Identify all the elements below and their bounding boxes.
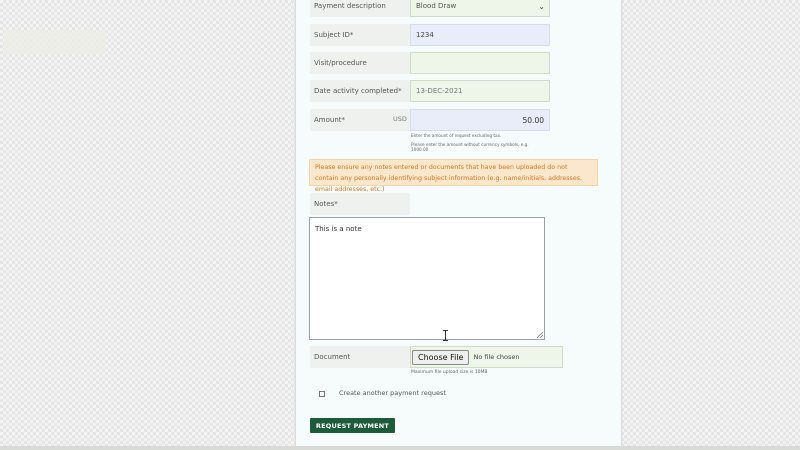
currency-label: USD — [393, 115, 407, 123]
visit-procedure-input[interactable] — [410, 52, 550, 74]
bottom-edge — [0, 446, 800, 450]
amount-help-2: Please enter the amount without currency… — [411, 142, 529, 147]
date-completed-input[interactable]: 13-DEC-2021 — [410, 80, 550, 102]
file-status: No file chosen — [473, 353, 520, 361]
chevron-down-icon: ⌄ — [538, 1, 545, 11]
resize-grip-icon[interactable] — [537, 332, 543, 338]
background-patch — [4, 30, 106, 54]
payment-description-select[interactable]: Blood Draw ⌄ — [410, 0, 550, 17]
amount-help-1: Enter the amount of request excluding ta… — [411, 133, 502, 138]
subject-id-label: Subject ID* — [310, 24, 410, 46]
create-another-checkbox[interactable] — [319, 391, 325, 397]
choose-file-button[interactable]: Choose File — [412, 349, 470, 365]
date-completed-label: Date activity completed* — [310, 80, 410, 102]
pii-warning: Please ensure any notes entered or docum… — [309, 159, 598, 193]
notes-text: This is a note — [315, 225, 362, 233]
payment-description-label: Payment description — [310, 0, 410, 17]
request-payment-button[interactable]: REQUEST PAYMENT — [310, 418, 395, 433]
create-another-label[interactable]: Create another payment request — [339, 389, 446, 397]
notes-label: Notes* — [310, 193, 410, 215]
document-upload-field: Choose File No file chosen — [410, 346, 563, 368]
visit-procedure-label: Visit/procedure — [310, 52, 410, 74]
amount-input[interactable]: 50.00 — [410, 109, 550, 131]
max-file-size-note: Maximum file upload size is 10MB — [411, 370, 488, 375]
amount-help-3: 1000.00 — [411, 147, 429, 152]
notes-textarea[interactable]: This is a note — [309, 217, 545, 340]
document-label: Document — [310, 346, 410, 368]
payment-description-value: Blood Draw — [416, 2, 457, 10]
text-cursor-icon — [443, 330, 448, 341]
subject-id-input[interactable]: 1234 — [410, 24, 550, 46]
